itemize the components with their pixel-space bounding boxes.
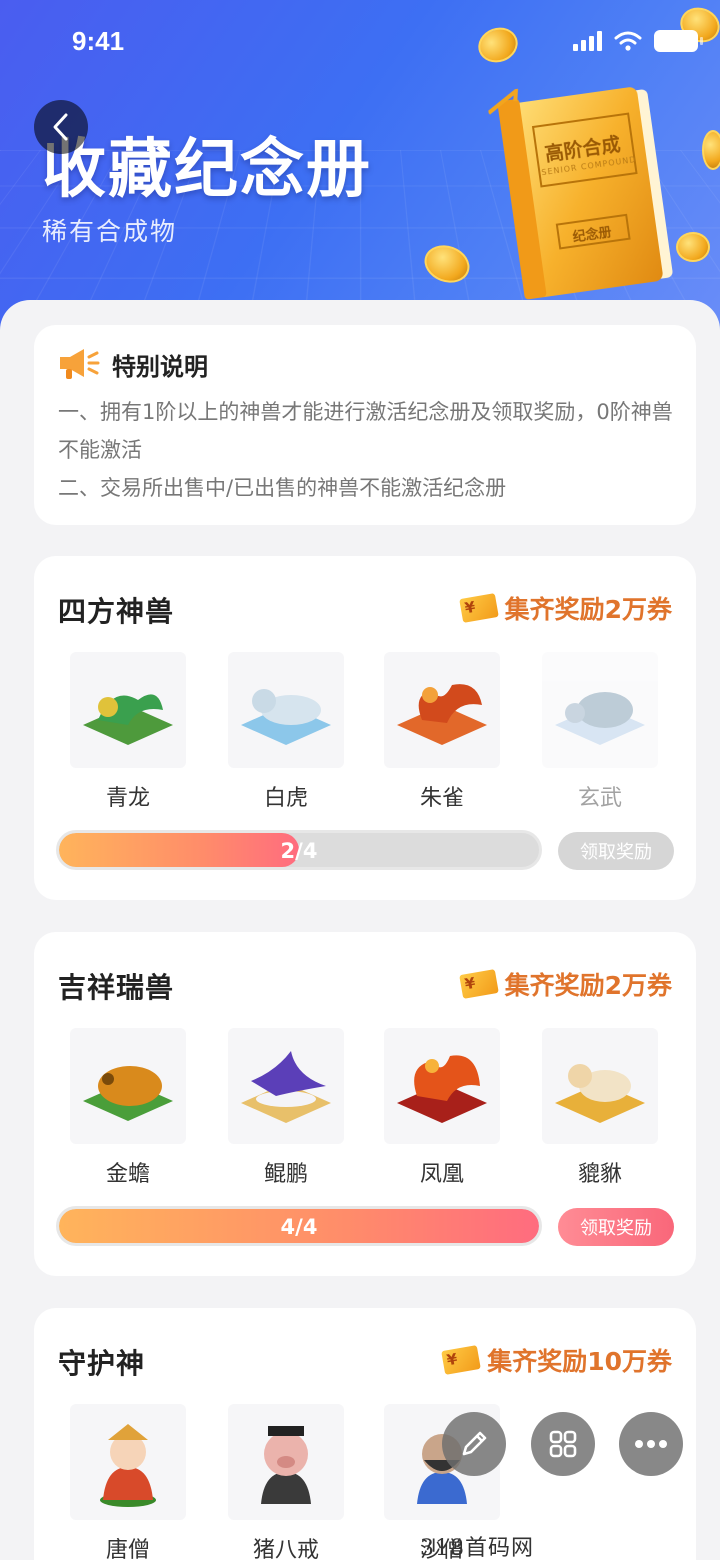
header-banner: 高阶合成 SENIOR COMPOUND 纪念册 9:41 收藏纪念册 稀有合成… (0, 0, 720, 340)
beast-item[interactable]: 鲲鹏 (228, 1028, 344, 1188)
beast-name: 貔貅 (577, 1162, 622, 1187)
reward-badge: 集齐奖励2万券 (458, 966, 672, 1002)
grid-menu-button[interactable] (531, 1412, 595, 1476)
section-title: 四方神兽 (58, 595, 175, 628)
beast-name: 金蟾 (105, 1162, 150, 1187)
reward-badge: 集齐奖励10万券 (441, 1342, 672, 1378)
zhubajie-icon (228, 1404, 344, 1520)
beast-name: 唐僧 (105, 1538, 150, 1560)
progress-text: 4/4 (280, 1215, 318, 1239)
beast-item[interactable]: 唐僧 (70, 1404, 186, 1560)
status-bar: 9:41 (0, 0, 720, 80)
beast-item[interactable]: 朱雀 (384, 652, 500, 812)
turtle-icon (542, 652, 658, 768)
beast-item[interactable]: 青龙 (70, 652, 186, 812)
grid-icon (549, 1430, 577, 1458)
phoenix-icon (384, 652, 500, 768)
beast-item[interactable]: 猪八戒 (228, 1404, 344, 1560)
page-title: 收藏纪念册 (42, 133, 372, 207)
ticket-icon (458, 593, 499, 623)
edit-button[interactable] (442, 1412, 506, 1476)
beast-name: 凤凰 (419, 1162, 464, 1187)
battery-icon (654, 30, 703, 52)
book-illustration: 高阶合成 SENIOR COMPOUND 纪念册 (486, 69, 689, 306)
collection-progress: 2/4 (56, 830, 542, 870)
ticket-icon (458, 969, 499, 999)
claim-reward-button[interactable]: 领取奖励 (558, 1208, 674, 1246)
reward-badge: 集齐奖励2万券 (458, 590, 672, 626)
megaphone-icon (60, 349, 100, 379)
notice-line-2: 二、交易所出售中/已出售的神兽不能激活纪念册 (58, 476, 507, 500)
beast-item[interactable]: 凤凰 (384, 1028, 500, 1188)
notice-card: 特别说明 一、拥有1阶以上的神兽才能进行激活纪念册及领取奖励，0阶神兽不能激活 … (34, 325, 696, 525)
collection-card-shouhu: 守护神 集齐奖励10万券 唐僧 猪八戒 沙僧 (34, 1308, 696, 1560)
toad-icon (70, 1028, 186, 1144)
back-button[interactable] (34, 100, 88, 154)
status-icons (573, 30, 703, 52)
notice-text: 一、拥有1阶以上的神兽才能进行激活纪念册及领取奖励，0阶神兽不能激活 二、交易所… (58, 393, 678, 507)
notice-line-1: 一、拥有1阶以上的神兽才能进行激活纪念册及领取奖励，0阶神兽不能激活 (58, 400, 673, 462)
reward-text: 集齐奖励2万券 (504, 595, 672, 624)
coin-decoration (702, 130, 720, 170)
beast-name: 朱雀 (419, 786, 464, 811)
collection-card-sifang: 四方神兽 集齐奖励2万券 青龙 白虎 朱雀 玄武 (34, 556, 696, 900)
pencil-icon (462, 1431, 487, 1456)
beast-name: 青龙 (105, 786, 150, 811)
claim-reward-button[interactable]: 领取奖励 (558, 832, 674, 870)
collection-progress: 4/4 (56, 1206, 542, 1246)
section-title: 守护神 (58, 1347, 146, 1380)
fenghuang-icon (384, 1028, 500, 1144)
beast-name: 白虎 (263, 786, 308, 811)
section-title: 吉祥瑞兽 (58, 971, 175, 1004)
dragon-icon (70, 652, 186, 768)
beast-item[interactable]: 玄武 (542, 652, 658, 812)
progress-text: 2/4 (280, 839, 318, 863)
beast-item[interactable]: 白虎 (228, 652, 344, 812)
kunpeng-icon (228, 1028, 344, 1144)
beast-item[interactable]: 貔貅 (542, 1028, 658, 1188)
beast-name: 玄武 (577, 786, 622, 811)
pixiu-icon (542, 1028, 658, 1144)
collection-card-jixiang: 吉祥瑞兽 集齐奖励2万券 金蟾 鲲鹏 凤凰 貔貅 (34, 932, 696, 1276)
beast-name: 鲲鹏 (263, 1162, 308, 1187)
page-subtitle: 稀有合成物 (42, 217, 178, 246)
reward-text: 集齐奖励10万券 (487, 1347, 672, 1376)
tiger-icon (228, 652, 344, 768)
status-time: 9:41 (72, 26, 125, 56)
tangseng-icon (70, 1404, 186, 1520)
beast-name: 猪八戒 (252, 1538, 319, 1560)
chevron-left-icon (53, 113, 68, 141)
reward-text: 集齐奖励2万券 (504, 971, 672, 1000)
more-button[interactable] (619, 1412, 683, 1476)
ticket-icon (441, 1345, 482, 1375)
watermark-text: 318首码网 www.E318.com (420, 1536, 534, 1560)
signal-icon (573, 31, 602, 51)
beast-item[interactable]: 金蟾 (70, 1028, 186, 1188)
more-dots-icon (635, 1440, 667, 1448)
notice-title: 特别说明 (112, 353, 208, 381)
wifi-icon (614, 31, 642, 51)
